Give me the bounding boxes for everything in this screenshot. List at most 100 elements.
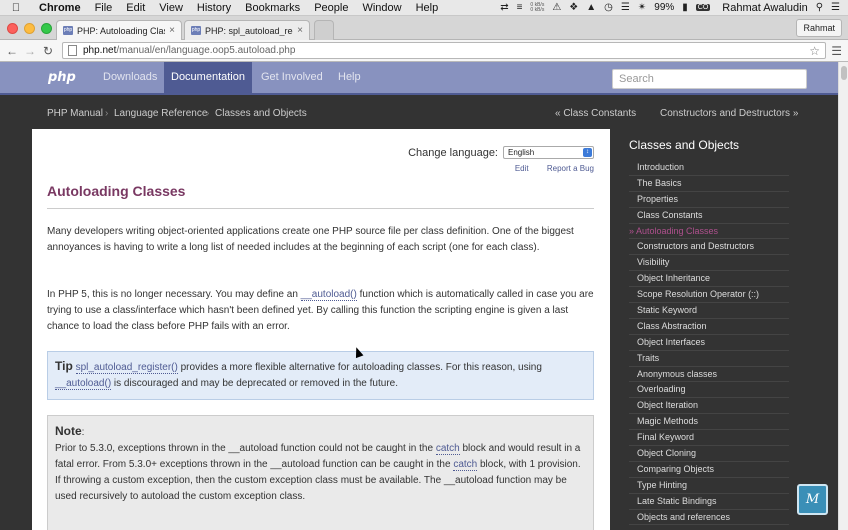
url-path: /manual/en/language.oop5.autoload.php (116, 45, 296, 56)
sidebar-item-object-iteration[interactable]: Object Iteration (629, 398, 789, 415)
menu-people[interactable]: People (307, 2, 355, 14)
sidebar-item-object-interfaces[interactable]: Object Interfaces (629, 335, 789, 351)
sidebar-item-introduction[interactable]: Introduction (629, 160, 789, 176)
nav-get-involved[interactable]: Get Involved (254, 62, 330, 93)
page-icon (68, 45, 77, 56)
user-name[interactable]: Rahmat Awaludin (722, 2, 807, 14)
sidebar-item-type-hinting[interactable]: Type Hinting (629, 478, 789, 494)
menu-help[interactable]: Help (409, 2, 446, 14)
warning-icon[interactable]: ⚠ (552, 2, 561, 13)
sidebar-item-comparing-objects[interactable]: Comparing Objects (629, 462, 789, 478)
change-language-label: Change language: (408, 146, 498, 159)
menu-bookmarks[interactable]: Bookmarks (238, 2, 307, 14)
menu-file[interactable]: File (88, 2, 120, 14)
sidebar-list: Introduction The Basics Properties Class… (629, 160, 789, 526)
sidebar-item-overloading[interactable]: Overloading (629, 382, 789, 399)
new-tab-button[interactable] (314, 20, 334, 40)
language-select[interactable]: English ↕ (503, 146, 594, 159)
tab-close-icon[interactable]: × (169, 25, 175, 36)
autoload-function-link[interactable]: __autoload() (55, 378, 112, 390)
stack-icon[interactable]: ≡ (517, 2, 523, 13)
catch-link[interactable]: catch (453, 459, 478, 471)
sidebar-item-object-cloning[interactable]: Object Cloning (629, 446, 789, 462)
main-content: Change language: English ↕ Edit Report a… (32, 129, 610, 530)
sidebar: Classes and Objects Introduction The Bas… (614, 129, 838, 530)
sidebar-item-objects-and-references[interactable]: Objects and references (629, 510, 789, 526)
catch-link[interactable]: catch (435, 443, 460, 455)
menu-window[interactable]: Window (355, 2, 408, 14)
page-scrollbar[interactable] (838, 62, 848, 530)
breadcrumb-classes-and-objects[interactable]: Classes and Objects (215, 108, 307, 119)
spotlight-search-icon[interactable]: ⚲ (816, 2, 823, 13)
reload-icon[interactable]: ↻ (39, 44, 57, 58)
report-bug-link[interactable]: Report a Bug (547, 164, 594, 173)
scrollbar-thumb[interactable] (841, 66, 847, 80)
sidebar-title: Classes and Objects (629, 138, 740, 152)
watermark-logo: M (797, 484, 828, 515)
sidebar-item-properties[interactable]: Properties (629, 192, 789, 208)
breadcrumb-separator-icon: › (206, 108, 210, 119)
edit-link[interactable]: Edit (515, 164, 529, 173)
bluetooth-icon[interactable]: ✴ (638, 2, 646, 13)
sidebar-item-the-basics[interactable]: The Basics (629, 176, 789, 192)
sidebar-item-visibility[interactable]: Visibility (629, 255, 789, 272)
breadcrumb-separator-icon: › (105, 108, 109, 119)
sidebar-item-late-static-bindings[interactable]: Late Static Bindings (629, 494, 789, 510)
sidebar-item-anonymous-classes[interactable]: Anonymous classes (629, 367, 789, 383)
apple-menu-icon[interactable]:  (0, 2, 32, 14)
edit-links: Edit Report a Bug (499, 164, 594, 173)
shuffle-icon[interactable]: ⇄ (500, 2, 508, 13)
dropbox-icon[interactable]: ❖ (569, 2, 578, 13)
co-badge-icon[interactable]: CO (695, 4, 711, 11)
breadcrumb-language-reference[interactable]: Language Reference (114, 108, 207, 119)
intro-paragraph: Many developers writing object-oriented … (47, 226, 574, 253)
window-maximize-button[interactable] (41, 23, 52, 34)
tab-autoloading-classes[interactable]: php PHP: Autoloading Classes × (56, 20, 182, 40)
php5-paragraph: In PHP 5, this is no longer necessary. Y… (47, 289, 594, 332)
nav-help[interactable]: Help (331, 62, 368, 93)
search-input[interactable]: Search (612, 69, 807, 89)
battery-icon[interactable]: ▮ (682, 2, 688, 13)
sidebar-item-class-abstraction[interactable]: Class Abstraction (629, 319, 789, 335)
menu-history[interactable]: History (190, 2, 238, 14)
sidebar-item-constructors-and-destructors[interactable]: Constructors and Destructors (629, 239, 789, 256)
timemachine-icon[interactable]: ◷ (604, 2, 613, 13)
wifi-icon[interactable]: ☰ (621, 2, 630, 13)
window-close-button[interactable] (7, 23, 18, 34)
menu-edit[interactable]: Edit (119, 2, 152, 14)
sidebar-item-autoloading-classes[interactable]: » Autoloading Classes (629, 224, 789, 240)
bookmark-star-icon[interactable]: ☆ (809, 44, 820, 58)
autoload-function-link[interactable]: __autoload() (300, 289, 357, 301)
tab-close-icon[interactable]: × (297, 25, 303, 36)
address-bar[interactable]: php.net /manual/en/language.oop5.autoloa… (62, 42, 826, 59)
next-page-link[interactable]: Constructors and Destructors » (660, 108, 798, 119)
menu-chrome[interactable]: Chrome (32, 2, 88, 14)
profile-button[interactable]: Rahmat (796, 19, 842, 37)
breadcrumb-php-manual[interactable]: PHP Manual (47, 108, 103, 119)
prev-page-link[interactable]: « Class Constants (555, 108, 636, 119)
spl-autoload-register-link[interactable]: spl_autoload_register() (75, 362, 178, 374)
sidebar-item-traits[interactable]: Traits (629, 351, 789, 367)
tip-box: Tip spl_autoload_register() provides a m… (47, 351, 594, 400)
sidebar-item-object-inheritance[interactable]: Object Inheritance (629, 271, 789, 288)
back-arrow-icon[interactable]: ← (3, 44, 21, 58)
change-language: Change language: English ↕ (408, 146, 594, 159)
tab-spl-autoload-register[interactable]: php PHP: spl_autoload_register × (184, 20, 310, 40)
sidebar-item-static-keyword[interactable]: Static Keyword (629, 303, 789, 319)
browser-toolbar: ← → ↻ php.net /manual/en/language.oop5.a… (0, 40, 848, 62)
nav-documentation[interactable]: Documentation (164, 62, 252, 93)
sidebar-item-scope-resolution-operator[interactable]: Scope Resolution Operator (::) (629, 287, 789, 304)
window-minimize-button[interactable] (24, 23, 35, 34)
google-drive-icon[interactable]: ▲ (586, 2, 596, 13)
chrome-menu-icon[interactable]: ☰ (831, 44, 842, 58)
php-logo[interactable]: php (48, 70, 76, 85)
sidebar-item-magic-methods[interactable]: Magic Methods (629, 414, 789, 431)
menu-view[interactable]: View (152, 2, 190, 14)
forward-arrow-icon[interactable]: → (21, 44, 39, 58)
network-speed: 0 kB/s 0 kB/s (530, 1, 545, 13)
sidebar-item-final-keyword[interactable]: Final Keyword (629, 430, 789, 447)
note-box: Note: Prior to 5.3.0, exceptions thrown … (47, 415, 594, 530)
sidebar-item-class-constants[interactable]: Class Constants (629, 208, 789, 224)
nav-downloads[interactable]: Downloads (96, 62, 164, 93)
notification-center-icon[interactable]: ☰ (831, 2, 840, 13)
